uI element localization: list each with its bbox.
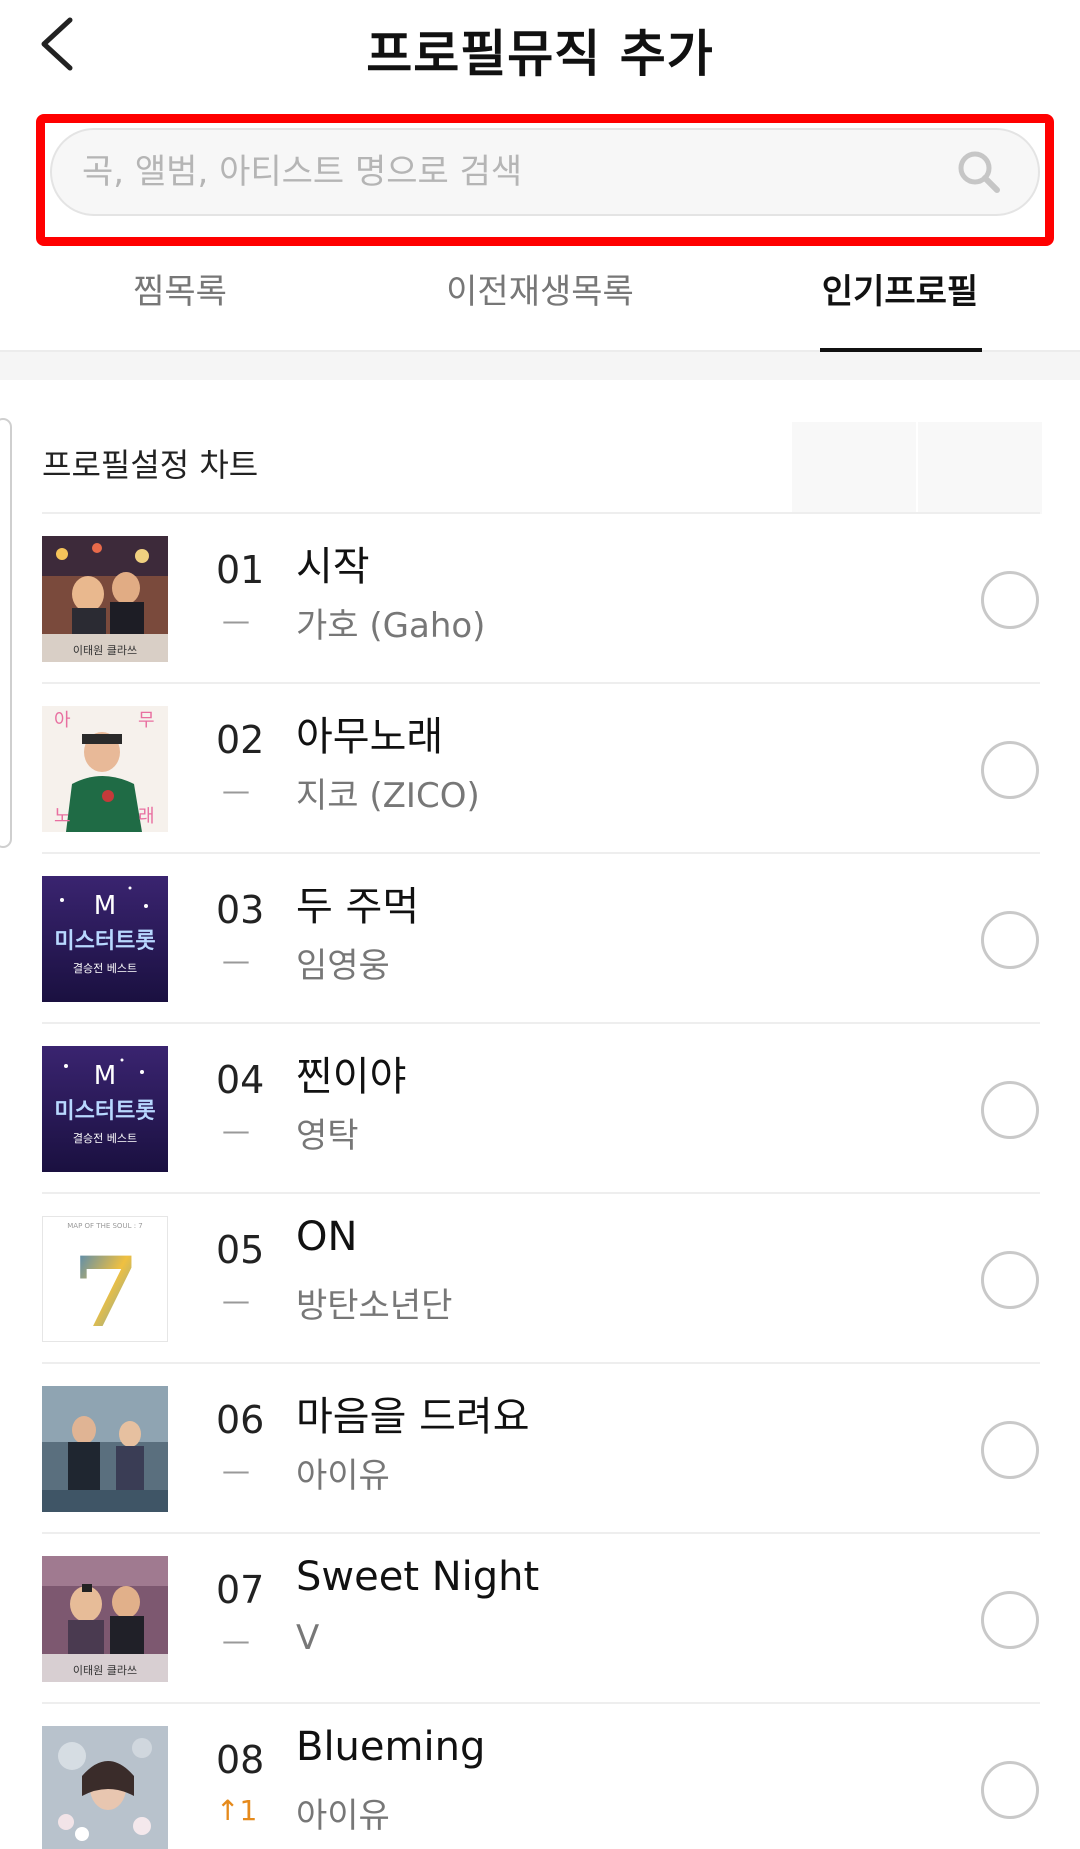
select-radio[interactable] bbox=[981, 911, 1039, 969]
rank-number: 05 bbox=[216, 1228, 265, 1272]
svg-text:결승전 베스트: 결승전 베스트 bbox=[73, 1132, 137, 1145]
song-title: 시작 bbox=[296, 544, 370, 590]
album-art: M 미스터트롯 결승전 베스트 bbox=[42, 876, 168, 1002]
list-item[interactable]: 이태원 클라쓰 07 — Sweet Night V bbox=[0, 1534, 1080, 1704]
list-item[interactable]: M 미스터트롯 결승전 베스트 03 — 두 주먹 임영웅 bbox=[0, 854, 1080, 1024]
rank-change: — bbox=[222, 1114, 250, 1147]
artist-name: 가호 (Gaho) bbox=[296, 606, 486, 646]
list-item[interactable]: 08 ↑1 Blueming 아이유 bbox=[0, 1704, 1080, 1849]
select-radio[interactable] bbox=[981, 1591, 1039, 1649]
rank-change: — bbox=[222, 1624, 250, 1657]
rank-change: — bbox=[222, 774, 250, 807]
svg-text:M: M bbox=[94, 1061, 116, 1091]
search-box[interactable] bbox=[50, 128, 1040, 216]
song-title: ON bbox=[296, 1214, 358, 1260]
chart-title: 프로필설정 차트 bbox=[42, 446, 259, 484]
song-title: 두 주먹 bbox=[296, 884, 420, 930]
artist-name: V bbox=[296, 1618, 320, 1658]
album-art: 이태원 클라쓰 bbox=[42, 1556, 168, 1682]
artist-name: 아이유 bbox=[296, 1456, 390, 1496]
rank-change: — bbox=[222, 944, 250, 977]
rank-change: — bbox=[222, 604, 250, 637]
page-title: 프로필뮤직 추가 bbox=[366, 25, 714, 83]
header: 프로필뮤직 추가 bbox=[0, 0, 1080, 100]
album-art: 아 무 노 래 bbox=[42, 706, 168, 832]
rank-change: — bbox=[222, 1284, 250, 1317]
search-icon[interactable] bbox=[954, 147, 1004, 197]
section-separator bbox=[0, 352, 1080, 380]
svg-text:MAP OF THE SOUL : 7: MAP OF THE SOUL : 7 bbox=[67, 1222, 142, 1230]
artist-name: 방탄소년단 bbox=[296, 1286, 453, 1326]
artist-name: 지코 (ZICO) bbox=[296, 776, 480, 816]
svg-text:결승전 베스트: 결승전 베스트 bbox=[73, 962, 137, 975]
svg-text:M: M bbox=[94, 891, 116, 921]
select-radio[interactable] bbox=[981, 1421, 1039, 1479]
svg-text:무: 무 bbox=[138, 710, 155, 731]
chart-header-placeholder bbox=[792, 422, 1042, 514]
rank-number: 07 bbox=[216, 1568, 265, 1612]
tab-recent-played[interactable]: 이전재생목록 bbox=[430, 264, 650, 352]
album-art: MAP OF THE SOUL : 7 7 bbox=[42, 1216, 168, 1342]
select-radio[interactable] bbox=[981, 1081, 1039, 1139]
select-radio[interactable] bbox=[981, 1761, 1039, 1819]
rank-change: — bbox=[222, 1454, 250, 1487]
rank-number: 06 bbox=[216, 1398, 265, 1442]
rank-number: 08 bbox=[216, 1738, 265, 1782]
select-radio[interactable] bbox=[981, 1251, 1039, 1309]
tab-bar: 찜목록 이전재생목록 인기프로필 bbox=[0, 250, 1080, 352]
album-art: 이태원 클라쓰 bbox=[42, 536, 168, 662]
svg-text:이태원 클라쓰: 이태원 클라쓰 bbox=[73, 644, 137, 657]
album-art bbox=[42, 1386, 168, 1512]
list-item[interactable]: 이태원 클라쓰 01 — 시작 가호 (Gaho) bbox=[0, 514, 1080, 684]
rank-change: ↑1 bbox=[216, 1794, 258, 1827]
artist-name: 아이유 bbox=[296, 1796, 390, 1836]
svg-text:미스터트롯: 미스터트롯 bbox=[54, 1099, 155, 1124]
song-title: 마음을 드려요 bbox=[296, 1394, 530, 1440]
rank-number: 03 bbox=[216, 888, 265, 932]
album-art bbox=[42, 1726, 168, 1849]
rank-number: 01 bbox=[216, 548, 265, 592]
list-item[interactable]: M 미스터트롯 결승전 베스트 04 — 찐이야 영탁 bbox=[0, 1024, 1080, 1194]
artist-name: 임영웅 bbox=[296, 946, 390, 986]
list-item[interactable]: MAP OF THE SOUL : 7 7 05 — ON 방탄소년단 bbox=[0, 1194, 1080, 1364]
song-title: 아무노래 bbox=[296, 714, 444, 760]
svg-text:노: 노 bbox=[54, 806, 71, 827]
song-title: 찐이야 bbox=[296, 1054, 407, 1100]
tab-wishlist[interactable]: 찜목록 bbox=[100, 264, 260, 352]
artist-name: 영탁 bbox=[296, 1116, 359, 1156]
tab-popular-profile[interactable]: 인기프로필 bbox=[800, 264, 1000, 352]
rank-number: 04 bbox=[216, 1058, 265, 1102]
svg-text:아: 아 bbox=[54, 710, 71, 731]
rank-number: 02 bbox=[216, 718, 265, 762]
album-art: M 미스터트롯 결승전 베스트 bbox=[42, 1046, 168, 1172]
select-radio[interactable] bbox=[981, 741, 1039, 799]
svg-text:7: 7 bbox=[73, 1236, 140, 1342]
song-title: Blueming bbox=[296, 1724, 486, 1770]
list-item[interactable]: 아 무 노 래 02 — 아무노래 지코 (ZICO) bbox=[0, 684, 1080, 854]
svg-text:미스터트롯: 미스터트롯 bbox=[54, 929, 155, 954]
select-radio[interactable] bbox=[981, 571, 1039, 629]
list-item[interactable]: 06 — 마음을 드려요 아이유 bbox=[0, 1364, 1080, 1534]
svg-text:래: 래 bbox=[138, 806, 155, 827]
search-input[interactable] bbox=[82, 130, 942, 214]
song-title: Sweet Night bbox=[296, 1554, 540, 1600]
svg-text:이태원 클라쓰: 이태원 클라쓰 bbox=[73, 1664, 137, 1677]
